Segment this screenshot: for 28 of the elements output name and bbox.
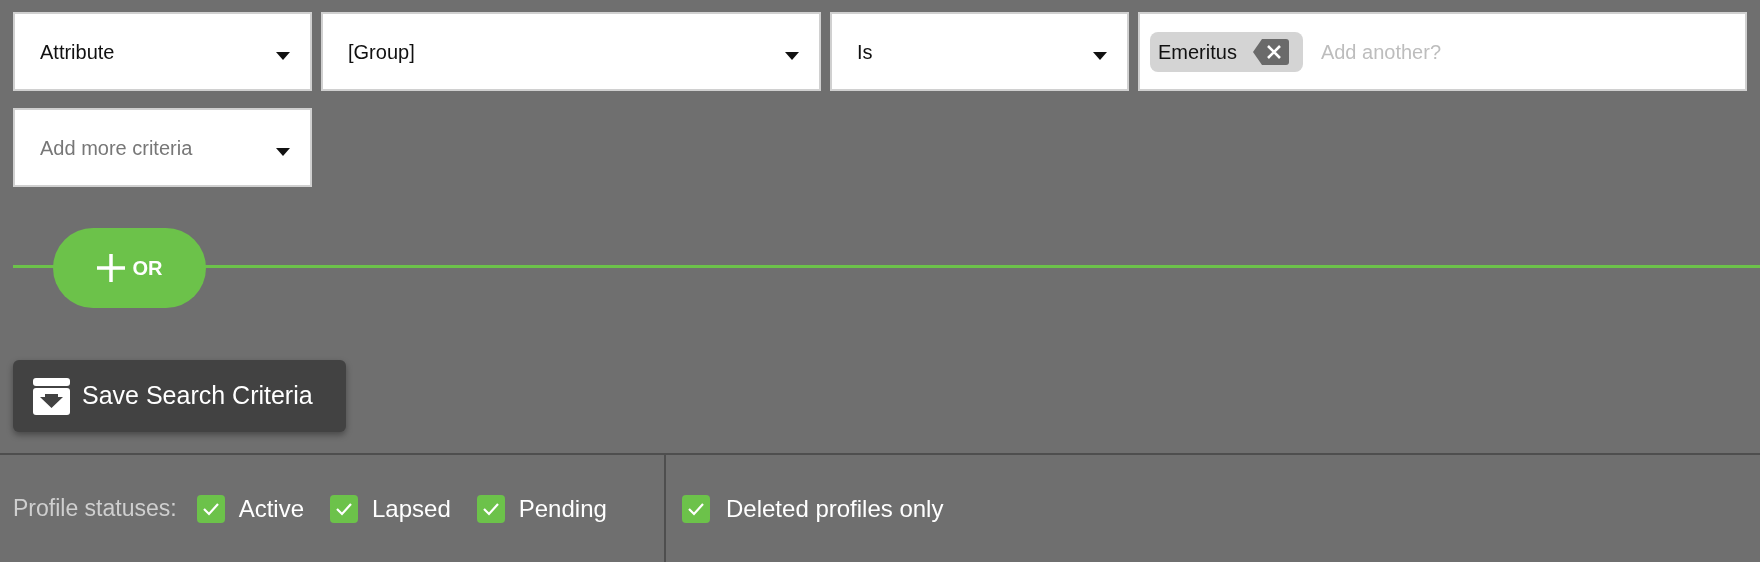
checkmark-icon [481, 501, 500, 516]
checkbox[interactable] [476, 494, 505, 523]
placeholder-text: Add another? [1320, 39, 1441, 65]
archive-download-icon [33, 377, 70, 415]
checkbox[interactable] [330, 494, 358, 523]
deleted-profiles-label: Deleted profiles only [726, 493, 944, 524]
checkmark-icon [335, 501, 353, 516]
checkbox[interactable] [196, 494, 225, 523]
status-label: Lapsed [372, 493, 451, 524]
caret-icon [276, 51, 290, 60]
checkmark-icon [201, 501, 220, 516]
dropdown[interactable]: Is [830, 12, 1129, 91]
tag-label: Emeritus [1158, 39, 1237, 65]
dropdown[interactable]: Add more criteria [13, 108, 312, 187]
save-search-button[interactable]: Save Search Criteria [13, 360, 346, 432]
plus-icon [96, 254, 125, 282]
dropdown[interactable]: [Group] [321, 12, 821, 91]
profile-statuses-label: Profile statuses: [13, 494, 177, 524]
status-label: Active [238, 493, 304, 524]
checkmark-icon [687, 501, 705, 516]
status-label: Pending [518, 493, 607, 524]
caret-icon [1093, 51, 1107, 60]
checkbox[interactable] [682, 494, 710, 523]
backspace-remove-icon[interactable] [1252, 38, 1289, 65]
tag-input-field[interactable]: Emeritus Add another? [1138, 12, 1747, 91]
dropdown[interactable]: Attribute [13, 12, 312, 91]
caret-icon [276, 147, 290, 156]
caret-icon [785, 51, 799, 60]
